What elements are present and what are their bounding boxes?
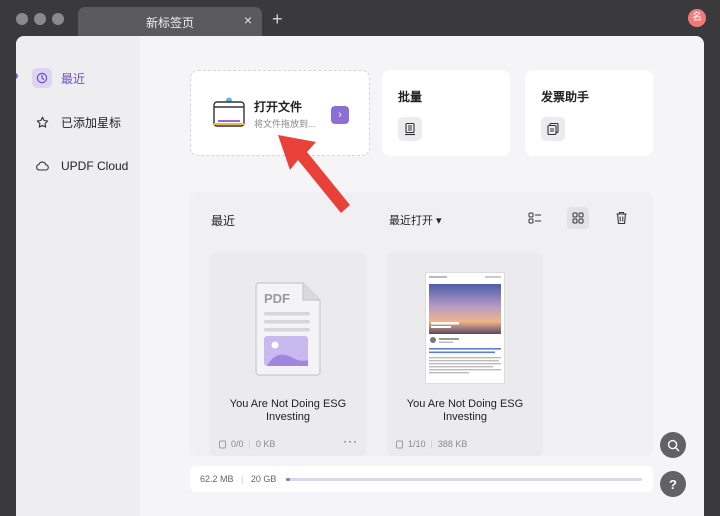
zoom-window-button[interactable] bbox=[52, 13, 64, 25]
open-file-go-button[interactable]: › bbox=[331, 106, 349, 124]
file-meta: 0/0 | 0 KB bbox=[218, 439, 275, 449]
more-options-icon[interactable]: ··· bbox=[343, 434, 358, 448]
recent-title: 最近 bbox=[211, 214, 236, 228]
close-window-button[interactable] bbox=[16, 13, 28, 25]
avatar[interactable]: 名 bbox=[688, 9, 706, 27]
page-icon bbox=[396, 440, 403, 448]
sidebar-item-label: 已添加星标 bbox=[61, 115, 122, 130]
batch-card[interactable]: 批量 bbox=[382, 70, 510, 156]
storage-track bbox=[286, 478, 642, 481]
storage-used: 62.2 MB bbox=[200, 474, 234, 484]
batch-title: 批量 bbox=[398, 90, 423, 104]
file-size: 388 KB bbox=[437, 439, 468, 449]
invoice-title: 发票助手 bbox=[541, 90, 590, 104]
file-size: 0 KB bbox=[255, 439, 276, 449]
page-icon bbox=[219, 440, 226, 448]
batch-icon bbox=[398, 117, 422, 141]
sidebar: 最近 已添加星标 UPDF Cloud bbox=[16, 36, 140, 516]
open-file-title: 打开文件 bbox=[254, 100, 303, 114]
app-window: 最近 已添加星标 UPDF Cloud 打开文件 将文件拖放到... › 批量 … bbox=[16, 36, 704, 516]
list-view-icon[interactable] bbox=[524, 207, 546, 229]
minimize-window-button[interactable] bbox=[34, 13, 46, 25]
storage-text: 62.2 MB | 20 GB bbox=[200, 474, 277, 484]
document-thumbnail bbox=[425, 272, 505, 384]
file-card[interactable]: PDF You Are Not Doing ESG Investing 0/0 … bbox=[210, 252, 366, 456]
storage-usage-bar[interactable]: 62.2 MB | 20 GB bbox=[190, 466, 653, 492]
sidebar-item-starred[interactable]: 已添加星标 bbox=[32, 110, 136, 134]
recent-files-panel: 最近 最近打开 ▾ PDF You Are Not Doing ESG Inve… bbox=[190, 192, 653, 456]
sidebar-item-label: 最近 bbox=[61, 71, 86, 86]
storage-fill bbox=[286, 478, 290, 481]
invoice-assistant-card[interactable]: 发票助手 bbox=[525, 70, 653, 156]
help-button[interactable]: ? bbox=[660, 471, 686, 497]
open-file-card[interactable]: 打开文件 将文件拖放到... › bbox=[190, 70, 370, 156]
pdf-file-icon: PDF bbox=[255, 282, 321, 376]
new-tab-button[interactable]: + bbox=[272, 9, 283, 29]
tab-close-icon[interactable]: × bbox=[244, 12, 252, 28]
file-card[interactable]: You Are Not Doing ESG Investing 1/10 | 3… bbox=[387, 252, 543, 456]
grid-view-icon[interactable] bbox=[567, 207, 589, 229]
sort-dropdown[interactable]: 最近打开 ▾ bbox=[389, 212, 442, 228]
search-icon bbox=[667, 439, 679, 451]
search-button[interactable] bbox=[660, 432, 686, 458]
open-file-subtitle: 将文件拖放到... bbox=[254, 119, 316, 129]
active-indicator bbox=[16, 73, 18, 79]
title-bar: 新标签页 × + 名 bbox=[0, 0, 720, 36]
main-content: 打开文件 将文件拖放到... › 批量 发票助手 最近 最近打开 ▾ PDF Y… bbox=[140, 36, 704, 516]
file-meta: 1/10 | 388 KB bbox=[395, 439, 467, 449]
tab-new-tab[interactable]: 新标签页 × bbox=[78, 7, 262, 36]
star-icon bbox=[32, 112, 52, 132]
cloud-icon bbox=[32, 156, 52, 176]
file-pages: 1/10 bbox=[408, 439, 426, 449]
help-icon: ? bbox=[669, 476, 677, 492]
sidebar-item-recent[interactable]: 最近 bbox=[32, 66, 136, 90]
tab-title: 新标签页 bbox=[145, 16, 194, 30]
clock-icon bbox=[32, 68, 52, 88]
trash-icon[interactable] bbox=[610, 207, 632, 229]
file-name: You Are Not Doing ESG Investing bbox=[229, 398, 347, 423]
folder-icon bbox=[213, 97, 245, 127]
svg-text:PDF: PDF bbox=[264, 291, 290, 306]
sidebar-item-label: UPDF Cloud bbox=[61, 159, 129, 173]
storage-total: 20 GB bbox=[250, 474, 277, 484]
file-pages: 0/0 bbox=[231, 439, 244, 449]
invoice-icon bbox=[541, 117, 565, 141]
file-name: You Are Not Doing ESG Investing bbox=[406, 398, 524, 423]
sidebar-item-cloud[interactable]: UPDF Cloud bbox=[32, 154, 136, 178]
